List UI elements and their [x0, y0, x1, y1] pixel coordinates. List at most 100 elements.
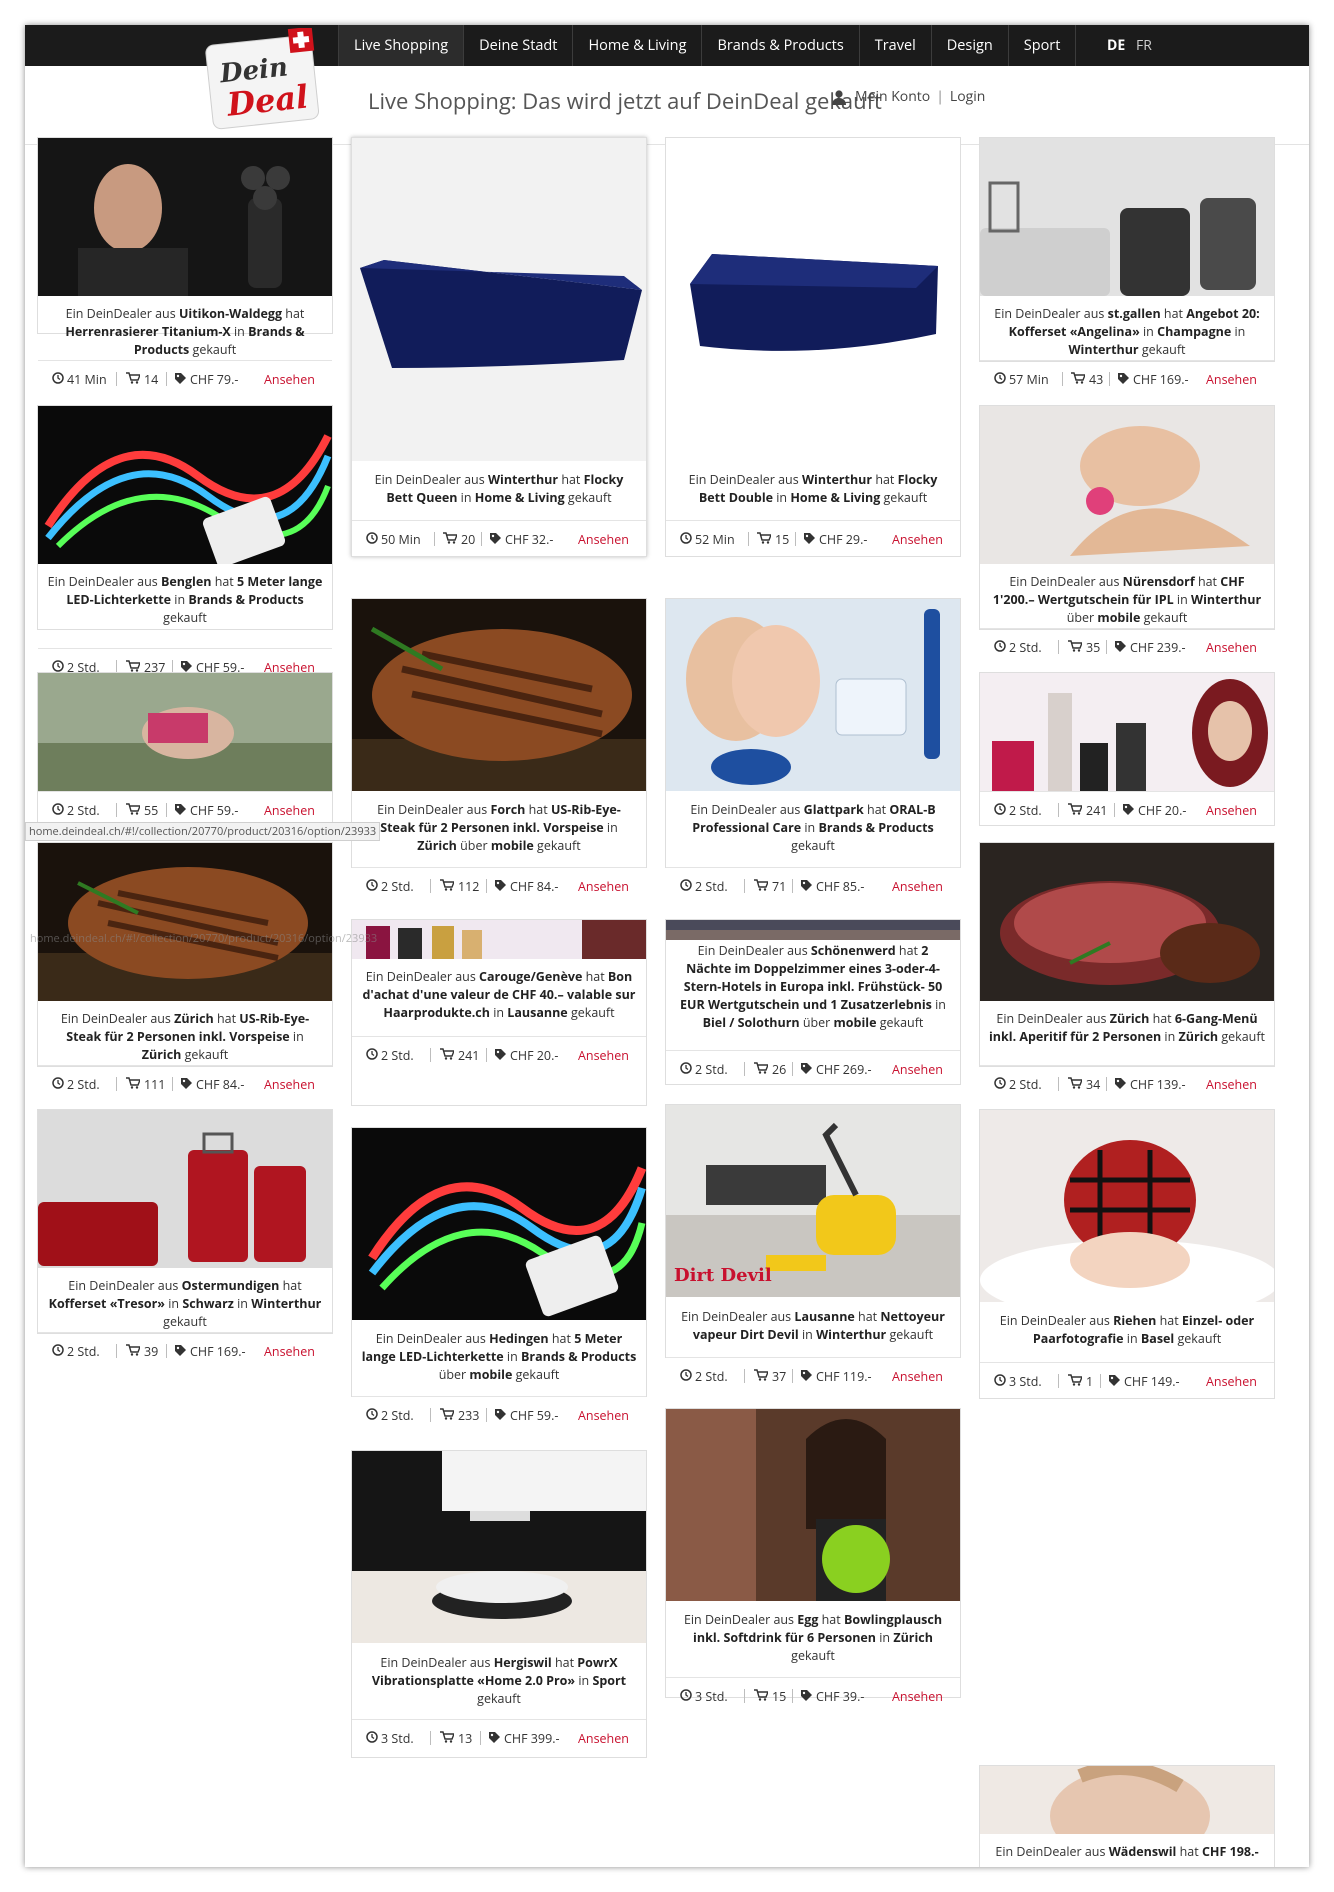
deal-description: Ein DeinDealer aus st.gallen hat Angebot… [994, 305, 1260, 358]
ansehen-link[interactable]: Ansehen [1206, 639, 1257, 656]
deal-card[interactable]: 2 Std. 241 CHF 20.- Ansehen [979, 672, 1275, 826]
deal-price: CHF 79.- [190, 371, 239, 388]
deal-card[interactable]: Ein DeinDealer aus Glattpark hat ORAL-B … [665, 598, 961, 895]
product-image[interactable] [980, 138, 1274, 296]
deal-description: Ein DeinDealer aus Uitikon-Waldegg hat H… [65, 305, 305, 358]
nav-design[interactable]: Design [930, 25, 1008, 66]
clock-icon [52, 803, 64, 815]
product-image[interactable] [666, 138, 960, 461]
clock-icon [994, 803, 1006, 815]
price-tag-icon [800, 879, 813, 892]
clock-icon [366, 1408, 378, 1420]
deal-card[interactable]: Ein DeinDealer aus Benglen hat 5 Meter l… [37, 405, 333, 676]
product-image[interactable] [38, 406, 332, 564]
deal-card[interactable]: Ein DeinDealer aus st.gallen hat Angebot… [979, 137, 1275, 388]
ansehen-link[interactable]: Ansehen [892, 531, 943, 548]
product-image[interactable] [980, 673, 1274, 791]
deal-card[interactable]: Ein DeinDealer aus Zürich hat 6-Gang-Men… [979, 842, 1275, 1093]
deal-card[interactable]: Ein DeinDealer aus Forch hat US-Rib-Eye-… [351, 598, 647, 895]
clock-icon [680, 532, 692, 544]
deal-card[interactable]: Ein DeinDealer aus Schönenwerd hat 2 Näc… [665, 919, 961, 1085]
ansehen-link[interactable]: Ansehen [892, 1061, 943, 1078]
deal-description: Ein DeinDealer aus Benglen hat 5 Meter l… [47, 573, 323, 626]
clock-icon [52, 660, 64, 672]
product-image[interactable] [980, 843, 1274, 1001]
ansehen-link[interactable]: Ansehen [578, 531, 629, 548]
divider [116, 1344, 117, 1358]
product-image[interactable] [666, 920, 960, 940]
deal-time: 2 Std. [381, 878, 414, 895]
language-fr[interactable]: FR [1136, 25, 1152, 66]
purchase-count: 241 [1086, 802, 1108, 819]
ansehen-link[interactable]: Ansehen [264, 802, 315, 819]
divider [1114, 803, 1115, 817]
ansehen-link[interactable]: Ansehen [578, 1730, 629, 1747]
nav-deine-stadt[interactable]: Deine Stadt [463, 25, 572, 66]
deal-card[interactable]: Ein DeinDealer aus Winterthur hat Flocky… [665, 137, 961, 557]
product-image[interactable]: Dirt Devil [666, 1105, 960, 1297]
product-image[interactable] [980, 406, 1274, 564]
deal-meta: 2 Std. 241 CHF 20.- Ansehen [980, 791, 1274, 828]
deal-price: CHF 399.- [504, 1730, 560, 1747]
deindeal-logo[interactable]: Dein Deal [201, 28, 323, 132]
ansehen-link[interactable]: Ansehen [578, 878, 629, 895]
ansehen-link[interactable]: Ansehen [264, 1076, 315, 1093]
deal-description: Ein DeinDealer aus Nürensdorf hat CHF 1'… [992, 573, 1262, 626]
nav-live-shopping[interactable]: Live Shopping [338, 25, 464, 66]
ansehen-link[interactable]: Ansehen [1206, 1373, 1257, 1390]
product-image[interactable] [38, 1110, 332, 1268]
ansehen-link[interactable]: Ansehen [1206, 802, 1257, 819]
ansehen-link[interactable]: Ansehen [578, 1407, 629, 1424]
deal-card[interactable]: Ein DeinDealer aus Hedingen hat 5 Meter … [351, 1127, 647, 1424]
cart-icon [440, 1408, 454, 1420]
deal-meta: 2 Std. 71 CHF 85.- Ansehen [666, 867, 960, 904]
purchase-count: 233 [458, 1407, 480, 1424]
deal-card[interactable]: Ein DeinDealer aus Ostermundigen hat Kof… [37, 1109, 333, 1360]
divider [1058, 1374, 1059, 1388]
purchase-count: 37 [772, 1368, 787, 1385]
deal-card[interactable]: 2 Std. 55 CHF 59.- Ansehen [37, 672, 333, 826]
ansehen-link[interactable]: Ansehen [264, 371, 315, 388]
deal-card[interactable]: Ein DeinDealer aus Wädenswil hat CHF 198… [979, 1765, 1275, 1867]
product-image[interactable] [352, 599, 646, 791]
price-tag-icon [180, 1077, 193, 1090]
ansehen-link[interactable]: Ansehen [892, 1368, 943, 1385]
product-image[interactable] [352, 920, 646, 959]
product-image[interactable] [352, 138, 646, 461]
deal-card[interactable]: Ein DeinDealer aus Nürensdorf hat CHF 1'… [979, 405, 1275, 656]
deal-card[interactable]: Ein DeinDealer aus Riehen hat Einzel- od… [979, 1109, 1275, 1399]
deal-card[interactable]: Ein DeinDealer aus Carouge/Genève hat Bo… [351, 919, 647, 1106]
ansehen-link[interactable]: Ansehen [1206, 1076, 1257, 1093]
product-image[interactable] [38, 673, 332, 791]
deal-card[interactable]: Ein DeinDealer aus Uitikon-Waldegg hat H… [37, 137, 333, 388]
ansehen-link[interactable]: Ansehen [578, 1047, 629, 1064]
deal-card[interactable]: Ein DeinDealer aus Egg hat Bowlingplausc… [665, 1408, 961, 1705]
price-tag-icon [800, 1369, 813, 1382]
deal-description: Ein DeinDealer aus Hergiswil hat PowrX V… [371, 1654, 627, 1707]
deal-card[interactable]: Dirt Devil Ein DeinDealer aus Lausanne h… [665, 1104, 961, 1385]
nav-sport[interactable]: Sport [1007, 25, 1077, 66]
ansehen-link[interactable]: Ansehen [892, 878, 943, 895]
product-image[interactable] [980, 1110, 1274, 1302]
nav-brands-products[interactable]: Brands & Products [701, 25, 858, 66]
product-image[interactable] [352, 1451, 646, 1643]
login-link[interactable]: Login [950, 87, 985, 106]
product-image[interactable] [666, 599, 960, 791]
deal-card[interactable]: Ein DeinDealer aus Hergiswil hat PowrX V… [351, 1450, 647, 1758]
product-image[interactable] [980, 1766, 1274, 1834]
language-de[interactable]: DE [1107, 25, 1125, 66]
nav-travel[interactable]: Travel [858, 25, 931, 66]
deal-card[interactable]: Ein DeinDealer aus Zürich hat US-Rib-Eye… [37, 842, 333, 1093]
deal-card[interactable]: Ein DeinDealer aus Winterthur hat Flocky… [351, 137, 647, 557]
product-image[interactable] [38, 138, 332, 296]
mein-konto-link[interactable]: Mein Konto [855, 87, 930, 106]
ansehen-link[interactable]: Ansehen [1206, 371, 1257, 388]
nav-home-living[interactable]: Home & Living [572, 25, 701, 66]
product-image[interactable] [38, 843, 332, 1001]
deal-price: CHF 59.- [510, 1407, 559, 1424]
product-image[interactable] [352, 1128, 646, 1320]
ansehen-link[interactable]: Ansehen [892, 1688, 943, 1705]
product-image[interactable] [666, 1409, 960, 1601]
deal-price: CHF 84.- [510, 878, 559, 895]
ansehen-link[interactable]: Ansehen [264, 1343, 315, 1360]
